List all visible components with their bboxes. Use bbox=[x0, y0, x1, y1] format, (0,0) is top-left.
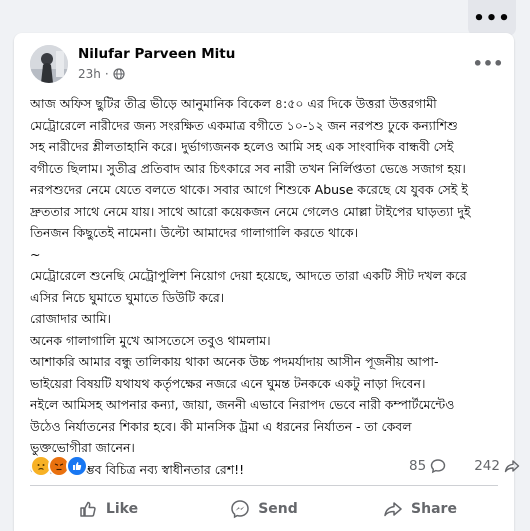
post-text-line: ~ bbox=[30, 246, 41, 262]
post-text-line: আজ অফিস ছুটির তীব্র ভীড়ে আনুমানিক বিকেল… bbox=[30, 96, 437, 111]
share-button[interactable]: Share bbox=[342, 491, 498, 527]
share-icon[interactable] bbox=[504, 458, 520, 474]
post-actions: Like Send Share bbox=[30, 491, 498, 527]
post-text-line: মেট্রোরেলে শুনেছি মেট্রোপুলিশ নিয়োগ দেয… bbox=[30, 268, 467, 283]
post-text-line: তিনজন কিছুতেই নামেনা। উল্টো আমাদের গালাগ… bbox=[30, 225, 359, 240]
post-meta: 23h · bbox=[78, 67, 125, 81]
send-button[interactable]: Send bbox=[186, 491, 342, 527]
post-text-line: ভাইয়েরা বিষয়টি যথাযথ কর্তৃপক্ষের নজরে … bbox=[30, 375, 426, 391]
post-text-line: নইলে আমিসহ আপনার কন্যা, জায়া, জননী এভাব… bbox=[30, 397, 455, 412]
post-text-line: নরপশুদের নেমে যেতে বলতে থাকে। সবার আগে শ… bbox=[30, 182, 468, 197]
divider bbox=[30, 485, 498, 486]
share-label: Share bbox=[411, 501, 457, 517]
send-label: Send bbox=[258, 501, 298, 517]
meta-separator: · bbox=[104, 67, 109, 81]
post-text-line: বগীতে ছিলাম। সুতীব্র প্রতিবাদ আর চিৎকারে… bbox=[30, 160, 466, 176]
like-reaction-icon bbox=[66, 455, 88, 477]
engagement-counts: 85 242 bbox=[409, 455, 520, 477]
post-text-line: সহ নারীদের শ্লীলতাহানি করে। দুর্ভাগ্যজনক… bbox=[30, 139, 454, 154]
avatar[interactable] bbox=[30, 45, 68, 83]
messenger-icon bbox=[231, 500, 249, 519]
post-author-name[interactable]: Nilufar Parveen Mitu bbox=[78, 46, 235, 62]
comment-count[interactable]: 85 bbox=[409, 458, 426, 474]
avatar-image bbox=[30, 45, 68, 83]
post-text: আজ অফিস ছুটির তীব্র ভীড়ে আনুমানিক বিকেল… bbox=[30, 93, 504, 480]
post-text-line: অনেক গালাগালি মুখে আসতেসে তবুও থামলাম। bbox=[30, 332, 271, 348]
post-text-line: এসির নিচে ঘুমাতে ঘুমাতে ডিউটি করে। bbox=[30, 289, 225, 305]
reactions-summary[interactable] bbox=[30, 455, 88, 477]
post-text-line: আশাকরি আমার বন্ধু তালিকায় থাকা অনেক উচ্… bbox=[30, 354, 439, 369]
post-options-icon[interactable]: ••• bbox=[473, 49, 504, 77]
comment-icon[interactable] bbox=[430, 458, 446, 474]
post-card: Nilufar Parveen Mitu 23h · ••• আজ অফিস ছ… bbox=[14, 33, 520, 531]
share-arrow-icon bbox=[384, 502, 402, 517]
post-text-line: দ্রুততার সাথে নেমে যায়। সাথে আরো কয়েকজ… bbox=[30, 203, 471, 219]
like-button[interactable]: Like bbox=[30, 491, 186, 527]
more-horizontal-icon[interactable]: ••• bbox=[468, 0, 516, 36]
like-label: Like bbox=[105, 501, 139, 517]
post-text-line: উঠেও নির্যাতনের শিকার হবে। কী মানসিক ট্র… bbox=[30, 418, 412, 434]
post-text-line: মেট্রোরেলে নারীদের জন্য সংরক্ষিত একমাত্র… bbox=[30, 117, 458, 133]
post-timestamp[interactable]: 23h bbox=[78, 67, 101, 81]
post-text-line: রোজাদার আমি। bbox=[30, 311, 111, 326]
globe-icon bbox=[113, 68, 125, 80]
share-count[interactable]: 242 bbox=[474, 458, 500, 474]
thumbs-up-icon bbox=[80, 501, 96, 517]
